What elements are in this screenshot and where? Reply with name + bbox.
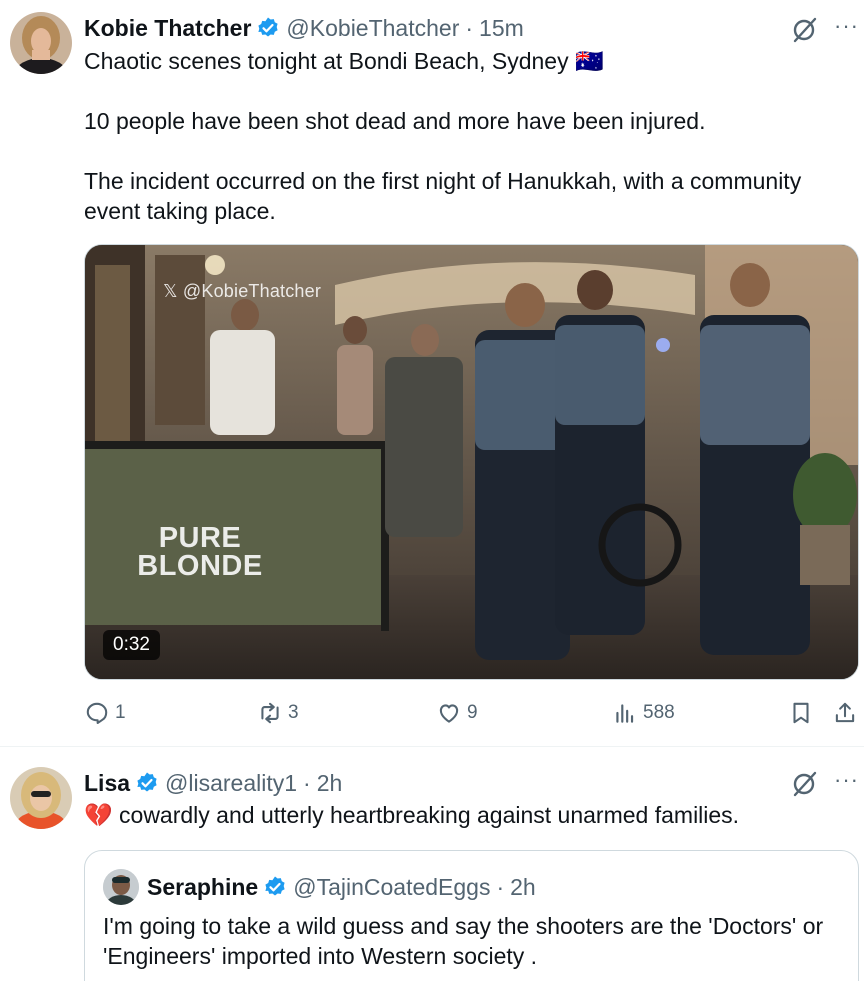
separator-dot: · bbox=[465, 14, 474, 41]
reply-button[interactable]: 1 bbox=[84, 700, 126, 726]
views-count: 588 bbox=[643, 702, 675, 723]
grok-icon[interactable] bbox=[790, 769, 820, 799]
tweet-main: Kobie Thatcher @KobieThatcher · 15m ··· … bbox=[0, 0, 864, 745]
reply-count: 1 bbox=[115, 702, 126, 723]
video-duration: 0:32 bbox=[103, 630, 160, 660]
reply-text-content: cowardly and utterly heartbreaking again… bbox=[119, 802, 740, 828]
tweet-header: Kobie Thatcher @KobieThatcher · 15m bbox=[84, 12, 524, 44]
tweet-actions: 1 3 9 588 bbox=[84, 700, 859, 730]
views-icon bbox=[616, 704, 634, 723]
bookmark-icon bbox=[793, 702, 809, 724]
tweet-text: Chaotic scenes tonight at Bondi Beach, S… bbox=[84, 46, 844, 226]
tweet-paragraph: Chaotic scenes tonight at Bondi Beach, S… bbox=[84, 48, 604, 74]
timestamp[interactable]: 2h bbox=[510, 874, 536, 901]
verified-badge-icon bbox=[135, 771, 159, 795]
banner-line: BLONDE bbox=[137, 550, 263, 582]
verified-badge-icon bbox=[263, 875, 287, 899]
banner-line: PURE bbox=[158, 522, 242, 554]
share-icon bbox=[835, 702, 855, 723]
timestamp[interactable]: 2h bbox=[317, 770, 343, 797]
display-name[interactable]: Seraphine bbox=[147, 874, 258, 901]
display-name[interactable]: Lisa bbox=[84, 770, 130, 797]
video-watermark: 𝕏 @KobieThatcher bbox=[163, 281, 321, 302]
timestamp[interactable]: 15m bbox=[479, 15, 524, 42]
handle[interactable]: @TajinCoatedEggs bbox=[293, 874, 490, 901]
quote-header: Seraphine @TajinCoatedEggs · 2h bbox=[103, 869, 536, 905]
handle[interactable]: @lisareality1 bbox=[165, 770, 297, 797]
more-icon[interactable]: ··· bbox=[834, 769, 858, 794]
reply-header: Lisa @lisareality1 · 2h bbox=[84, 767, 342, 799]
repost-count: 3 bbox=[288, 702, 299, 723]
x-logo-icon: 𝕏 bbox=[163, 281, 183, 301]
grok-icon[interactable] bbox=[790, 15, 820, 45]
reply-text: 💔 cowardly and utterly heartbreaking aga… bbox=[84, 800, 844, 830]
bookmark-button[interactable] bbox=[788, 700, 819, 726]
avatar-lisa[interactable] bbox=[10, 767, 72, 829]
tweet-paragraph: 10 people have been shot dead and more h… bbox=[84, 108, 706, 134]
like-button[interactable]: 9 bbox=[436, 700, 478, 726]
repost-icon bbox=[261, 702, 279, 724]
quoted-tweet[interactable]: Seraphine @TajinCoatedEggs · 2h I'm goin… bbox=[84, 850, 859, 981]
views-button[interactable]: 588 bbox=[612, 700, 675, 726]
tweet-paragraph: The incident occurred on the first night… bbox=[84, 168, 802, 224]
display-name[interactable]: Kobie Thatcher bbox=[84, 15, 251, 42]
like-count: 9 bbox=[467, 702, 478, 723]
video-frame bbox=[85, 245, 858, 679]
handle[interactable]: @KobieThatcher bbox=[286, 15, 459, 42]
like-icon bbox=[439, 704, 459, 723]
separator-dot: · bbox=[303, 769, 311, 796]
broken-heart-emoji: 💔 bbox=[84, 802, 113, 828]
share-button[interactable] bbox=[832, 700, 863, 726]
avatar-seraphine[interactable] bbox=[103, 869, 139, 905]
barrier-banner-text: PURE BLONDE bbox=[115, 522, 285, 582]
quote-text: I'm going to take a wild guess and say t… bbox=[103, 913, 824, 969]
video-player[interactable]: 𝕏 @KobieThatcher PURE BLONDE 0:32 bbox=[84, 244, 859, 680]
more-icon[interactable]: ··· bbox=[834, 15, 858, 40]
verified-badge-icon bbox=[256, 16, 280, 40]
separator-dot: · bbox=[496, 873, 505, 900]
avatar-kobie[interactable] bbox=[10, 12, 72, 74]
watermark-text: @KobieThatcher bbox=[182, 281, 322, 301]
repost-button[interactable]: 3 bbox=[257, 700, 299, 726]
reply-icon bbox=[86, 702, 108, 724]
